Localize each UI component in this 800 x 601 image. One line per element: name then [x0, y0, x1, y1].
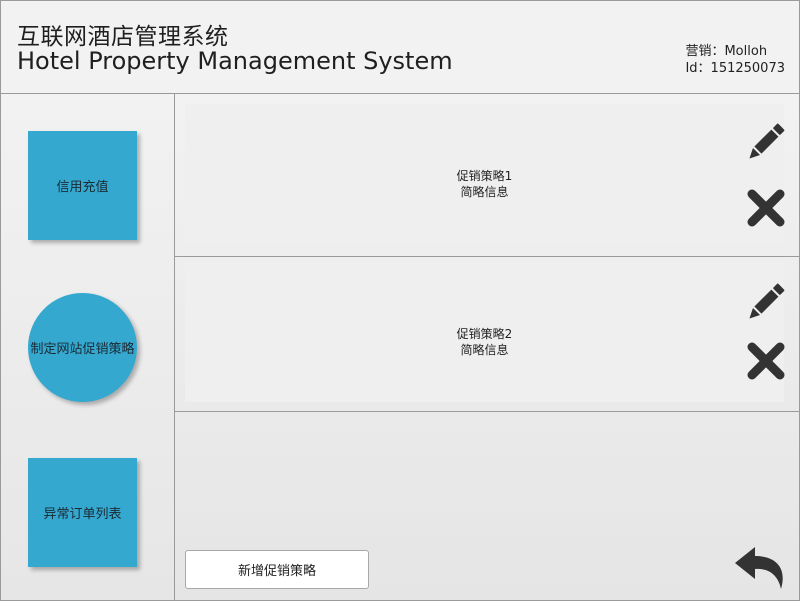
- row-divider: [175, 411, 799, 412]
- back-button[interactable]: [733, 543, 787, 591]
- strategy-summary: 简略信息: [460, 343, 509, 357]
- delete-strategy-1-button[interactable]: [745, 187, 787, 229]
- strategy-summary: 简略信息: [460, 185, 509, 199]
- app-title-cn: 互联网酒店管理系统: [17, 24, 229, 50]
- pencil-icon: [749, 283, 785, 319]
- pencil-icon: [749, 123, 785, 159]
- app-title-en: Hotel Property Management System: [17, 47, 453, 75]
- edit-strategy-1-button[interactable]: [744, 122, 786, 164]
- close-icon: [747, 189, 785, 227]
- user-id: Id：151250073: [685, 61, 785, 76]
- sidebar-item-credit-recharge[interactable]: 信用充值: [28, 131, 137, 240]
- sidebar-item-web-promotion[interactable]: 制定网站促销策略: [28, 293, 137, 402]
- header: 互联网酒店管理系统 Hotel Property Management Syst…: [1, 1, 799, 93]
- delete-strategy-2-button[interactable]: [745, 340, 787, 382]
- sidebar-item-abnormal-orders[interactable]: 异常订单列表: [28, 458, 137, 567]
- edit-strategy-2-button[interactable]: [744, 282, 786, 324]
- row-divider: [175, 256, 799, 257]
- strategy-name: 促销策略1: [456, 169, 513, 183]
- add-strategy-button[interactable]: 新增促销策略: [185, 550, 369, 589]
- undo-arrow-icon: [735, 547, 783, 589]
- strategy-list: 促销策略1 简略信息 促销策略2 简略信息: [175, 94, 799, 600]
- strategy-card-1[interactable]: 促销策略1 简略信息: [185, 104, 784, 244]
- user-role-name: 营销：Molloh: [685, 44, 768, 59]
- close-icon: [747, 342, 785, 380]
- user-info: 营销：Molloh Id：151250073: [685, 43, 785, 77]
- strategy-card-2[interactable]: 促销策略2 简略信息: [185, 262, 784, 402]
- strategy-name: 促销策略2: [456, 327, 513, 341]
